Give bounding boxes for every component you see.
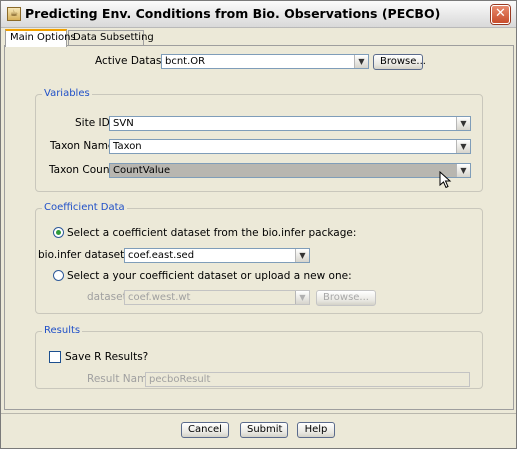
window-title: Predicting Env. Conditions from Bio. Obs…	[25, 6, 441, 21]
chevron-down-icon[interactable]: ▼	[295, 291, 309, 304]
taxon-count-select[interactable]: CountValue ▼	[109, 163, 471, 178]
taxon-count-value: CountValue	[113, 165, 171, 176]
chevron-down-icon[interactable]: ▼	[456, 140, 470, 153]
active-dataset-browse-button[interactable]: Browse...	[373, 54, 426, 70]
chevron-down-icon[interactable]: ▼	[456, 164, 470, 177]
chevron-down-icon[interactable]: ▼	[456, 117, 470, 130]
coef-dataset-value: coef.west.wt	[128, 292, 191, 303]
coef-browse-button[interactable]: Browse...	[316, 290, 376, 306]
tab-main-options[interactable]: Main Options	[5, 29, 76, 47]
variables-group-title: Variables	[42, 88, 92, 99]
close-icon[interactable]: ✕	[491, 5, 510, 24]
results-group-title: Results	[42, 325, 83, 336]
java-app-icon: ☕	[7, 7, 21, 21]
active-dataset-value: bcnt.OR	[165, 56, 206, 67]
radio-bioinfer-dataset[interactable]	[53, 227, 64, 238]
site-id-select[interactable]: SVN ▼	[109, 116, 471, 131]
radio-own-dataset-label: Select a your coefficient dataset or upl…	[67, 270, 352, 282]
bioinfer-dataset-label: bio.infer dataset:	[38, 249, 128, 261]
active-dataset-select[interactable]: bcnt.OR ▼	[161, 54, 369, 69]
taxon-name-select[interactable]: Taxon ▼	[109, 139, 471, 154]
coef-dataset-select[interactable]: coef.west.wt ▼	[124, 290, 310, 305]
site-id-value: SVN	[113, 118, 134, 129]
cancel-button[interactable]: Cancel	[181, 422, 229, 438]
save-r-results-checkbox[interactable]	[49, 351, 61, 363]
pecbo-dialog: ☕ Predicting Env. Conditions from Bio. O…	[0, 0, 517, 449]
taxon-count-label: Taxon Count:	[49, 164, 118, 176]
taxon-name-label: Taxon Name:	[50, 140, 118, 152]
radio-own-dataset[interactable]	[53, 270, 64, 281]
tab-data-subsetting[interactable]: Data Subsetting	[68, 30, 154, 46]
bioinfer-dataset-select[interactable]: coef.east.sed ▼	[124, 248, 310, 263]
site-id-label: Site ID:	[75, 117, 114, 129]
coefficient-data-group-title: Coefficient Data	[42, 202, 127, 213]
help-button[interactable]: Help	[297, 422, 335, 438]
result-name-field[interactable]: pecboResult	[145, 372, 470, 387]
footer-divider	[1, 413, 516, 414]
save-r-results-label: Save R Results?	[65, 351, 149, 363]
bioinfer-dataset-value: coef.east.sed	[128, 250, 195, 261]
submit-button[interactable]: Submit	[240, 422, 288, 438]
radio-bioinfer-label: Select a coefficient dataset from the bi…	[67, 227, 357, 239]
mouse-cursor-icon	[439, 171, 452, 189]
main-options-panel: Active Dataset: bcnt.OR ▼ Browse... Vari…	[4, 45, 514, 410]
taxon-name-value: Taxon	[113, 141, 142, 152]
chevron-down-icon[interactable]: ▼	[295, 249, 309, 262]
title-bar: ☕ Predicting Env. Conditions from Bio. O…	[1, 1, 516, 28]
chevron-down-icon[interactable]: ▼	[354, 55, 368, 68]
